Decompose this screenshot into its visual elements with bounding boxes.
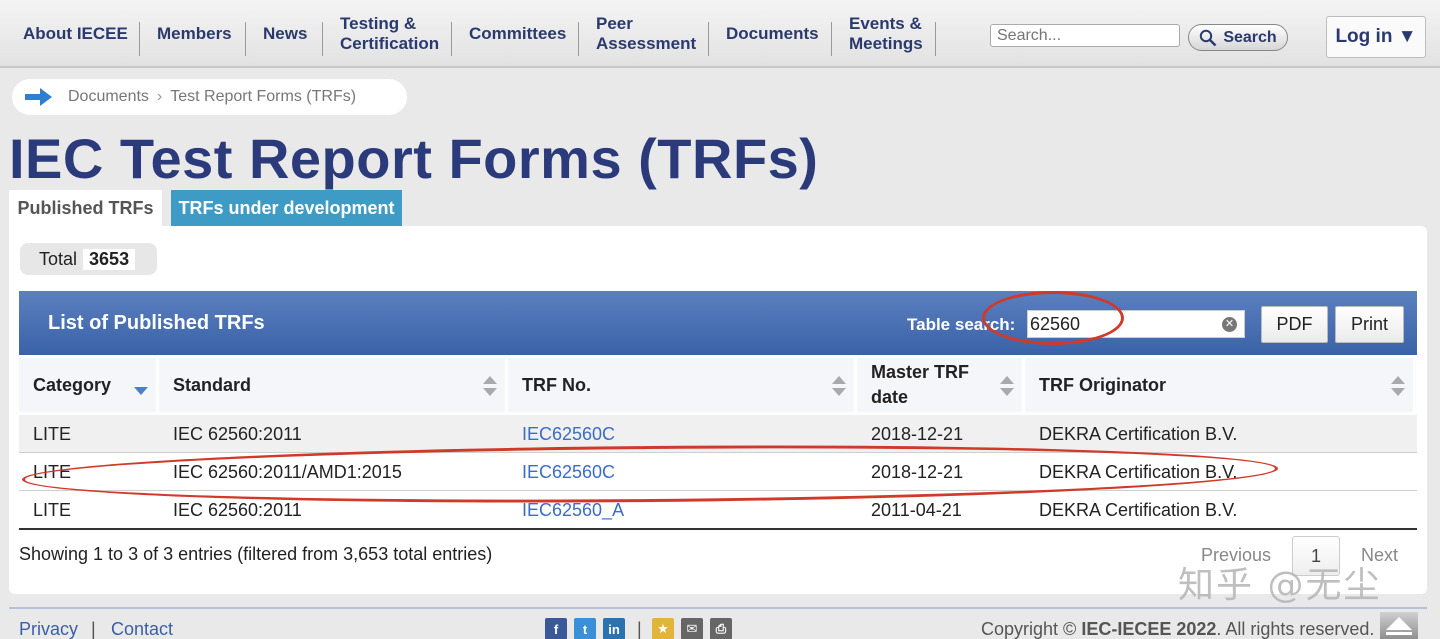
column-label: TRF No. bbox=[522, 374, 591, 395]
nav-divider bbox=[708, 22, 709, 56]
printer-icon[interactable]: ⎙ bbox=[710, 618, 732, 639]
cell-master-date: 2018-12-21 bbox=[871, 461, 964, 482]
copyright-suffix: . All rights reserved. bbox=[1216, 619, 1375, 639]
column-label: Master TRF date bbox=[871, 362, 970, 407]
cell-standard: IEC 62560:2011 bbox=[173, 499, 302, 520]
sort-descending-icon bbox=[134, 387, 148, 395]
nav-divider bbox=[245, 22, 246, 56]
print-button[interactable]: Print bbox=[1335, 306, 1404, 343]
table-row: LITE IEC 62560:2011/AMD1:2015 IEC62560C … bbox=[19, 453, 1417, 491]
clear-search-icon[interactable]: ✕ bbox=[1222, 317, 1237, 332]
column-label: Category bbox=[33, 374, 112, 395]
chevron-right-icon: › bbox=[156, 88, 163, 105]
cell-originator: DEKRA Certification B.V. bbox=[1039, 499, 1238, 520]
total-label: Total bbox=[39, 248, 78, 269]
cell-master-date: 2018-12-21 bbox=[871, 423, 964, 444]
column-header-master-trf-date[interactable]: Master TRF date bbox=[857, 358, 1022, 412]
breadcrumb: Documents › Test Report Forms (TRFs) bbox=[12, 79, 407, 115]
footer-contact-link[interactable]: Contact bbox=[111, 619, 173, 639]
column-header-category[interactable]: Category bbox=[19, 358, 156, 412]
cell-standard: IEC 62560:2011 bbox=[173, 423, 302, 444]
column-label: TRF Originator bbox=[1039, 374, 1166, 395]
list-header-bar: List of Published TRFs Table search: ✕ P… bbox=[19, 291, 1417, 355]
nav-peer-assessment[interactable]: Peer Assessment bbox=[596, 0, 696, 68]
pdf-button[interactable]: PDF bbox=[1261, 306, 1328, 343]
nav-news[interactable]: News bbox=[263, 0, 307, 68]
cell-master-date: 2011-04-21 bbox=[871, 499, 962, 520]
cell-category: LITE bbox=[33, 499, 72, 520]
nav-divider bbox=[578, 22, 579, 56]
total-count: 3653 bbox=[83, 248, 136, 270]
sort-both-icon bbox=[1391, 376, 1405, 396]
footer-separator: | bbox=[637, 619, 642, 639]
nav-divider bbox=[139, 22, 140, 56]
copyright-prefix: Copyright © bbox=[981, 619, 1082, 639]
table-bottom-border bbox=[19, 528, 1417, 530]
nav-events-meetings[interactable]: Events & Meetings bbox=[849, 0, 923, 68]
entries-info: Showing 1 to 3 of 3 entries (filtered fr… bbox=[19, 544, 493, 564]
nav-committees[interactable]: Committees bbox=[469, 0, 566, 68]
facebook-icon[interactable]: f bbox=[545, 618, 567, 639]
scroll-to-top-button[interactable] bbox=[1380, 612, 1418, 639]
cell-originator: DEKRA Certification B.V. bbox=[1039, 423, 1238, 444]
page-title: IEC Test Report Forms (TRFs) bbox=[9, 127, 819, 190]
table-row: LITE IEC 62560:2011 IEC62560C 2018-12-21… bbox=[19, 415, 1417, 453]
tab-trfs-under-development[interactable]: TRFs under development bbox=[171, 190, 402, 226]
footer-privacy-link[interactable]: Privacy bbox=[19, 619, 78, 639]
search-button-label: Search bbox=[1223, 28, 1277, 46]
cell-category: LITE bbox=[33, 423, 72, 444]
cell-trf-no-link[interactable]: IEC62560C bbox=[522, 415, 615, 453]
cell-trf-no-link[interactable]: IEC62560C bbox=[522, 453, 615, 491]
cell-standard: IEC 62560:2011/AMD1:2015 bbox=[173, 461, 402, 482]
sort-both-icon bbox=[832, 376, 846, 396]
login-button[interactable]: Log in ▼ bbox=[1326, 16, 1426, 58]
column-label: Standard bbox=[173, 374, 252, 395]
mail-icon[interactable]: ✉ bbox=[681, 618, 703, 639]
nav-about[interactable]: About IECEE bbox=[23, 0, 128, 68]
cell-category: LITE bbox=[33, 461, 72, 482]
nav-divider bbox=[831, 22, 832, 56]
linkedin-icon[interactable]: in bbox=[603, 618, 625, 639]
footer-separator: | bbox=[91, 619, 96, 639]
copyright-text: Copyright © IEC-IECEE 2022. All rights r… bbox=[981, 619, 1374, 639]
nav-members[interactable]: Members bbox=[157, 0, 232, 68]
nav-testing-certification[interactable]: Testing & Certification bbox=[340, 0, 439, 68]
arrow-up-icon bbox=[1386, 617, 1412, 635]
cell-trf-no-link[interactable]: IEC62560_A bbox=[522, 491, 624, 529]
star-icon[interactable]: ★ bbox=[652, 618, 674, 639]
copyright-org: IEC-IECEE 2022 bbox=[1081, 619, 1217, 639]
column-header-trf-no[interactable]: TRF No. bbox=[508, 358, 854, 412]
arrow-right-icon bbox=[25, 88, 52, 106]
column-header-standard[interactable]: Standard bbox=[159, 358, 505, 412]
total-badge: Total 3653 bbox=[20, 243, 157, 275]
site-search-input[interactable] bbox=[990, 24, 1180, 47]
breadcrumb-current: Test Report Forms (TRFs) bbox=[170, 88, 357, 105]
nav-divider bbox=[322, 22, 323, 56]
nav-divider bbox=[451, 22, 452, 56]
table-search-input[interactable] bbox=[1027, 310, 1245, 338]
top-navigation: About IECEE Members News Testing & Certi… bbox=[0, 0, 1440, 68]
nav-documents[interactable]: Documents bbox=[726, 0, 819, 68]
table-search-label: Table search: bbox=[907, 315, 1016, 334]
breadcrumb-documents[interactable]: Documents bbox=[68, 88, 149, 106]
sort-both-icon bbox=[1000, 376, 1014, 396]
nav-divider bbox=[935, 22, 936, 56]
site-search-button[interactable]: Search bbox=[1188, 24, 1288, 51]
list-title: List of Published TRFs bbox=[48, 312, 265, 334]
watermark: 知乎 @无尘 bbox=[1178, 565, 1382, 606]
tab-published-trfs[interactable]: Published TRFs bbox=[9, 190, 162, 226]
column-header-trf-originator[interactable]: TRF Originator bbox=[1025, 358, 1413, 412]
sort-both-icon bbox=[483, 376, 497, 396]
twitter-icon[interactable]: t bbox=[574, 618, 596, 639]
cell-originator: DEKRA Certification B.V. bbox=[1039, 461, 1238, 482]
table-row: LITE IEC 62560:2011 IEC62560_A 2011-04-2… bbox=[19, 491, 1417, 529]
magnifier-icon bbox=[1200, 29, 1217, 46]
